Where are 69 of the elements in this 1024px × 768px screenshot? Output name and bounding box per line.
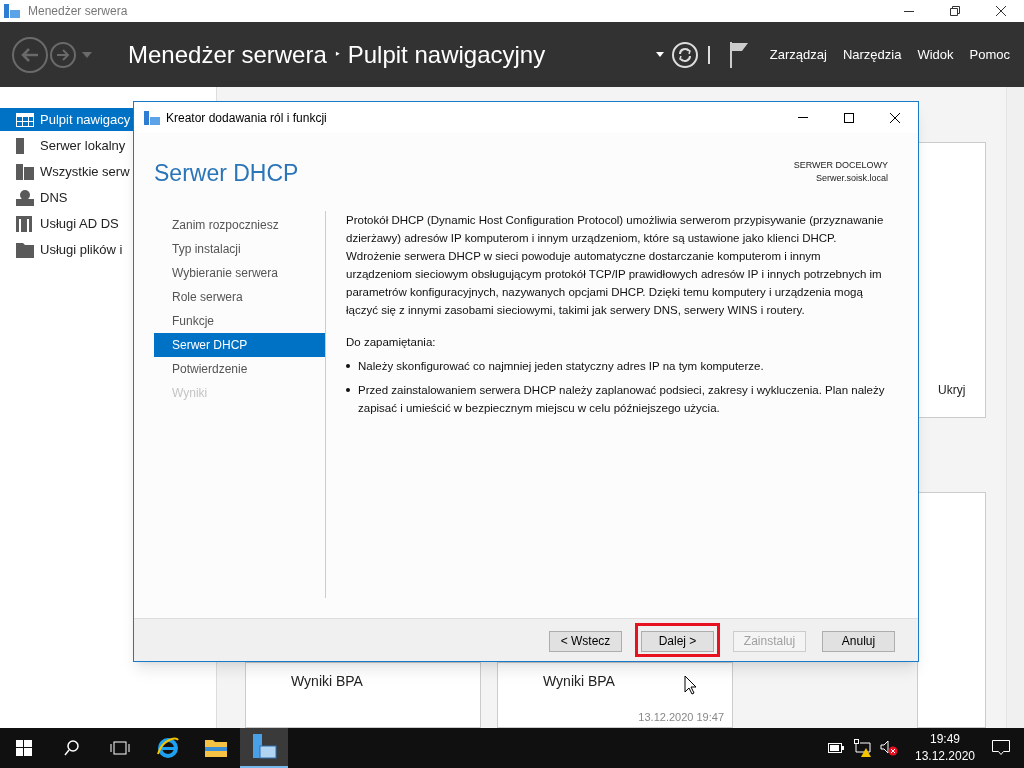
target-server: Serwer.soisk.local — [815, 172, 888, 185]
bullet-icon — [346, 388, 350, 392]
menu-item[interactable]: Zarządzaj — [769, 44, 827, 65]
back-button[interactable] — [12, 36, 48, 73]
cursor-icon — [684, 675, 697, 695]
breadcrumb-item: Menedżer serwera — [128, 39, 327, 70]
dropdown-icon[interactable] — [655, 52, 664, 57]
bullet-icon — [346, 364, 350, 368]
speech-bubble-icon — [992, 740, 1010, 756]
tower-icon — [16, 215, 32, 232]
minimize-icon — [798, 117, 808, 118]
search-icon — [64, 740, 80, 756]
minimize-icon — [904, 10, 914, 12]
wizard-step: Wyniki — [154, 381, 325, 405]
server-toolbox-icon — [251, 734, 277, 760]
breadcrumb-separator: ‣ — [334, 45, 340, 64]
bullet-text: Należy skonfigurować co najmniej jeden statyczny adres IP na tym komputerze. — [358, 359, 764, 374]
page-heading: Serwer DHCP — [154, 159, 299, 187]
wizard-button[interactable]: Dalej > — [641, 630, 714, 652]
description-text: Protokół DHCP (Dynamic Host Configuration Protocol) umożliwia serwerom przypisywanie (przyznawanie dzierżawy) adresów IP komputerom i innym urządzeniom, które są ustawione jako klienci DHCP. Wdrożenie serwera DHCP w sieci powoduje automatyczne dostarczanie komputerom i innym urządzeniom sieciowym obsługującym protokół TCP/IP prawidłowych adresów IP i innych potrzebnych im parametrów konfiguracyjnych, nazywanych opcjami DHCP. Dzięki temu komputery i urządzenia mogą łączyć się z innymi zasobami sieciowymi, takimi jak serwery DNS, serwery WINS i routery. — [346, 213, 885, 318]
forward-button[interactable] — [50, 41, 76, 68]
folder-icon — [205, 739, 227, 757]
target-label: SERWER DOCELOWY — [793, 159, 888, 172]
wizard-step: Funkcje — [154, 309, 325, 333]
grid-icon — [16, 112, 34, 127]
wizard-step: Potwierdzenie — [154, 357, 325, 381]
folder-icon — [16, 241, 34, 258]
maximize-icon — [844, 112, 854, 123]
volume-muted-icon[interactable] — [880, 740, 898, 756]
wizard-step: Role serwera — [154, 285, 325, 309]
network-warning-icon[interactable] — [854, 739, 872, 757]
server-manager-button[interactable] — [240, 728, 288, 768]
close-icon — [996, 6, 1006, 16]
wizard-button[interactable]: < Wstecz — [549, 630, 622, 652]
bullet-text: Przed zainstalowaniem serwera DHCP należy zaplanować podsieci, zakresy i wykluczenia. Plan należy zapisać i umieścić w bezpiecznym miejscu w celu późniejszego użycia. — [358, 383, 886, 416]
app-icon — [4, 4, 20, 18]
back-arrow-icon — [20, 46, 40, 63]
servers-icon — [16, 163, 34, 180]
menu-item[interactable]: Narzędzia — [842, 44, 902, 65]
wizard-step: Wybieranie serwera — [154, 261, 325, 285]
note-heading: Do zapamiętania: — [346, 335, 437, 350]
clock-time[interactable]: 19:49 — [930, 731, 960, 748]
server-icon — [16, 137, 24, 154]
browser-icon — [156, 736, 180, 760]
menu-item[interactable]: Widok — [917, 44, 954, 65]
wizard-step: Typ instalacji — [154, 237, 325, 261]
sidebar-item[interactable]: DNS — [0, 186, 216, 209]
windows-icon — [16, 740, 32, 756]
timestamp: 13.12.2020 19:47 — [638, 709, 724, 725]
wizard-button[interactable]: Anuluj — [822, 630, 895, 652]
close-icon — [890, 112, 900, 123]
wizard-step: Serwer DHCP — [154, 333, 325, 357]
clock-date[interactable]: 13.12.2020 — [914, 748, 976, 765]
restore-icon — [950, 6, 960, 16]
task-view-icon — [110, 740, 130, 756]
card-title: Wyniki BPA — [543, 672, 615, 691]
sidebar-item[interactable]: Serwer lokalny — [0, 134, 216, 157]
wizard-step: Zanim rozpoczniesz — [154, 213, 325, 237]
battery-icon[interactable] — [828, 743, 844, 753]
forward-arrow-icon — [56, 48, 70, 61]
app-icon — [144, 110, 160, 125]
flag-icon[interactable] — [729, 41, 748, 68]
refresh-icon[interactable] — [671, 41, 698, 68]
card-title: Wyniki BPA — [291, 672, 363, 691]
globe-server-icon — [16, 189, 34, 206]
window-title: Menedżer serwera — [28, 3, 128, 20]
hide-link[interactable]: Ukryj — [938, 381, 966, 399]
breadcrumb-item: Pulpit nawigacyjny — [347, 39, 546, 70]
menu-item[interactable]: Pomoc — [969, 44, 1010, 65]
